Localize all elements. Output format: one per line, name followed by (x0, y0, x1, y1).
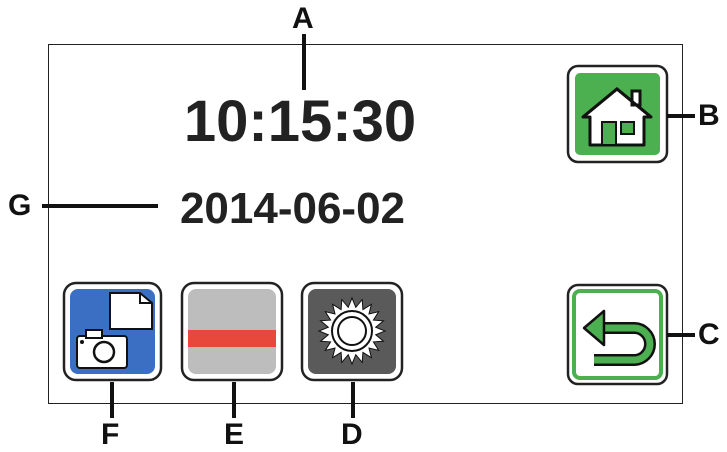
level-button[interactable] (180, 281, 284, 382)
callout-label-e: E (224, 418, 245, 451)
brightness-button[interactable] (300, 281, 404, 382)
sun-icon (300, 281, 404, 382)
home-button[interactable] (566, 64, 669, 164)
callout-line-e (232, 382, 236, 418)
callout-line-b (667, 114, 695, 118)
callout-label-d: D (341, 418, 363, 451)
media-button[interactable] (62, 281, 163, 382)
callout-label-g: G (8, 189, 32, 222)
callout-label-f: F (101, 418, 120, 451)
callout-label-b: B (698, 99, 720, 132)
callout-line-c (667, 333, 695, 337)
return-arrow-icon (566, 283, 669, 386)
callout-line-a (302, 34, 306, 90)
callout-label-c: C (698, 318, 720, 351)
callout-line-g (42, 204, 158, 208)
clock-date: 2014-06-02 (179, 184, 406, 233)
camera-folder-icon (62, 281, 163, 382)
clock-time: 10:15:30 (183, 89, 417, 154)
red-bar-icon (180, 281, 284, 382)
callout-label-a: A (292, 2, 314, 35)
home-icon (566, 64, 669, 164)
callout-line-d (351, 382, 355, 418)
callout-line-f (110, 382, 114, 418)
back-button[interactable] (566, 283, 669, 386)
